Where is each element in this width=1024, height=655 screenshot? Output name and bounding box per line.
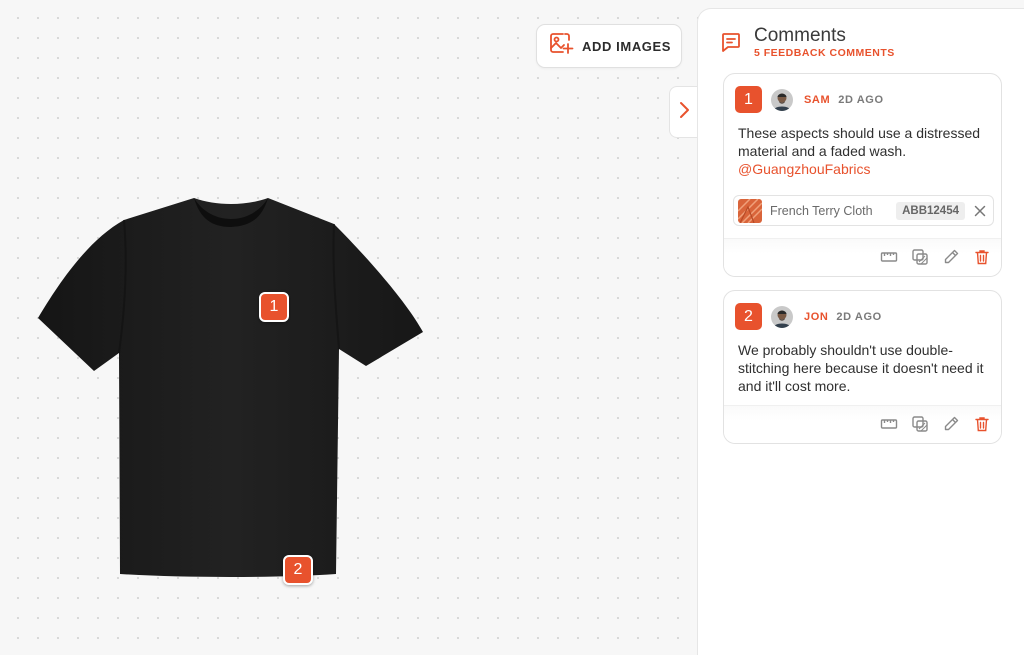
- chevron-right-icon: [678, 101, 690, 124]
- pencil-icon[interactable]: [941, 247, 961, 267]
- add-images-button[interactable]: ADD IMAGES: [536, 24, 682, 68]
- avatar: [771, 88, 793, 111]
- comment-body: These aspects should use a distressed ma…: [738, 124, 993, 178]
- annotation-pin-1[interactable]: 1: [259, 292, 289, 322]
- comment-number: 1: [735, 86, 762, 113]
- tshirt-image[interactable]: [36, 196, 424, 580]
- material-name: French Terry Cloth: [770, 203, 873, 218]
- comments-header: Comments 5 FEEDBACK COMMENTS: [720, 25, 895, 59]
- comments-panel: Comments 5 FEEDBACK COMMENTS 1 SAM 2D AG…: [697, 8, 1024, 655]
- comment-author: JON: [804, 310, 829, 323]
- layers-icon[interactable]: [910, 247, 930, 267]
- trash-icon[interactable]: [972, 414, 992, 434]
- comment-timestamp: 2D AGO: [838, 93, 884, 106]
- remove-material-close-icon[interactable]: [971, 202, 989, 220]
- comments-title: Comments: [754, 25, 846, 46]
- comment-number: 2: [735, 303, 762, 330]
- comment-header: 2 JON 2D AGO: [735, 303, 882, 330]
- avatar: [771, 305, 793, 328]
- comment-footer: [724, 405, 1001, 443]
- comment-body: We probably shouldn't use double-stitchi…: [738, 341, 993, 395]
- comment-card-2[interactable]: 2 JON 2D AGO We probably shouldn't use d…: [723, 290, 1002, 444]
- material-tag[interactable]: French Terry Cloth ABB12454: [733, 195, 994, 226]
- material-code: ABB12454: [896, 201, 965, 220]
- comment-actions: [879, 247, 992, 267]
- comment-card-1[interactable]: 1 SAM 2D AGO These aspects should use a …: [723, 73, 1002, 277]
- image-plus-icon: [548, 31, 574, 62]
- message-square-icon: [720, 31, 742, 59]
- layers-icon[interactable]: [910, 414, 930, 434]
- pencil-icon[interactable]: [941, 414, 961, 434]
- material-swatch: [738, 198, 762, 223]
- mention-link[interactable]: @GuangzhouFabrics: [738, 160, 993, 178]
- comment-actions: [879, 414, 992, 434]
- comments-count: 5 FEEDBACK COMMENTS: [754, 47, 895, 59]
- annotation-pin-2[interactable]: 2: [283, 555, 313, 585]
- ruler-icon[interactable]: [879, 414, 899, 434]
- add-images-label: ADD IMAGES: [582, 38, 672, 54]
- comment-header: 1 SAM 2D AGO: [735, 86, 884, 113]
- design-canvas[interactable]: ADD IMAGES 1 2: [0, 0, 697, 655]
- comment-text: We probably shouldn't use double-stitchi…: [738, 342, 984, 394]
- comment-timestamp: 2D AGO: [836, 310, 882, 323]
- ruler-icon[interactable]: [879, 247, 899, 267]
- comment-text: These aspects should use a distressed ma…: [738, 125, 981, 159]
- comment-author: SAM: [804, 93, 831, 106]
- trash-icon[interactable]: [972, 247, 992, 267]
- collapse-panel-button[interactable]: [669, 86, 697, 138]
- comment-footer: [724, 238, 1001, 276]
